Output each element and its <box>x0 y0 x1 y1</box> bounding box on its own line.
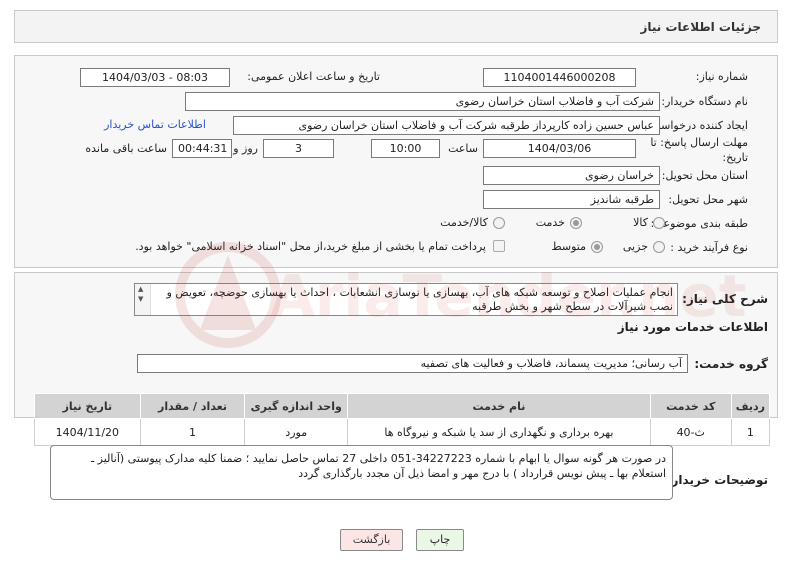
process-option-minor: جزیی <box>622 240 648 253</box>
summary-text: انجام عملیات اصلاح و توسعه شبکه های آب، … <box>166 286 673 313</box>
city-field: طرقبه شاندیز <box>483 190 660 209</box>
back-button[interactable]: بازگشت <box>340 529 403 551</box>
col-unit: واحد اندازه گیری <box>244 393 349 419</box>
process-label: نوع فرآیند خرید : <box>670 241 748 254</box>
need-number-field: 1104001446000208 <box>483 68 636 87</box>
announce-date-label: تاریخ و ساعت اعلان عمومی: <box>247 70 380 83</box>
scroll-down-icon: ▼ <box>138 295 144 303</box>
category-radio-goods[interactable] <box>653 217 665 229</box>
textarea-scrollbar[interactable]: ▲ ▼ <box>135 284 151 315</box>
summary-textarea[interactable]: انجام عملیات اصلاح و توسعه شبکه های آب، … <box>134 283 678 316</box>
buyer-org-label: نام دستگاه خریدار: <box>661 95 748 108</box>
summary-label: شرح کلی نیاز: <box>682 292 768 306</box>
col-quantity: تعداد / مقدار <box>139 393 246 419</box>
cell-service-name: بهره برداری و نگهداری از سد یا شبکه و نی… <box>347 418 651 446</box>
category-radio-service[interactable] <box>570 217 582 229</box>
service-group-label: گروه خدمت: <box>694 357 768 371</box>
col-service-name: نام خدمت <box>347 393 651 419</box>
buyer-notes-label: توضیحات خریدار: <box>666 473 768 487</box>
need-number-label: شماره نیاز: <box>695 70 748 83</box>
scroll-up-icon: ▲ <box>138 285 144 293</box>
cell-service-code: ث-40 <box>649 418 732 446</box>
services-table: ردیف کد خدمت نام خدمت واحد اندازه گیری ت… <box>34 393 771 446</box>
category-option-goods: کالا <box>633 216 648 229</box>
city-label: شهر محل تحویل: <box>668 193 748 206</box>
announce-date-field: 1404/03/03 - 08:03 <box>80 68 230 87</box>
category-radio-goods-service[interactable] <box>493 217 505 229</box>
table-row: 1 ث-40 بهره برداری و نگهداری از سد یا شب… <box>34 418 771 446</box>
deadline-time-field: 10:00 <box>371 139 440 158</box>
deadline-label: مهلت ارسال پاسخ: تا تاریخ: <box>650 136 748 164</box>
service-group-field: آب رسانی؛ مدیریت پسماند، فاضلاب و فعالیت… <box>137 354 688 373</box>
services-section-title: اطلاعات خدمات مورد نیاز <box>617 320 768 334</box>
days-label: روز و <box>233 142 258 155</box>
category-label: طبقه بندی موضوعی: <box>650 217 748 230</box>
days-field: 3 <box>263 139 334 158</box>
buyer-org-field: شرکت آب و فاضلاب استان خراسان رضوی <box>185 92 660 111</box>
category-option-service: خدمت <box>535 216 565 229</box>
deadline-time-label: ساعت <box>448 142 478 155</box>
table-header-row: ردیف کد خدمت نام خدمت واحد اندازه گیری ت… <box>34 393 771 419</box>
col-service-code: کد خدمت <box>649 393 732 419</box>
page-title: جزئیات اطلاعات نیاز <box>640 20 761 34</box>
process-radio-medium[interactable] <box>591 241 603 253</box>
treasury-payment-text: پرداخت تمام یا بخشی از مبلغ خرید،از محل … <box>135 240 486 253</box>
col-row-number: ردیف <box>730 393 771 419</box>
buyer-notes-box: در صورت هر گونه سوال یا ابهام با شماره 3… <box>50 445 673 500</box>
remaining-time-label: ساعت باقی مانده <box>85 142 167 155</box>
province-field: خراسان رضوی <box>483 166 660 185</box>
contact-buyer-link[interactable]: اطلاعات تماس خریدار <box>104 118 206 131</box>
process-option-medium: متوسط <box>551 240 586 253</box>
cell-quantity: 1 <box>139 418 246 446</box>
creator-label: ایجاد کننده درخواست: <box>646 119 748 132</box>
category-option-goods-service: کالا/خدمت <box>440 216 488 229</box>
buyer-notes-text: در صورت هر گونه سوال یا ابهام با شماره 3… <box>90 452 666 480</box>
col-need-date: تاریخ نیاز <box>34 393 141 419</box>
cell-row-number: 1 <box>730 418 771 446</box>
process-radio-minor[interactable] <box>653 241 665 253</box>
province-label: استان محل تحویل: <box>661 169 748 182</box>
creator-field: عباس حسین زاده کارپرداز طرقبه شرکت آب و … <box>233 116 660 135</box>
treasury-payment-checkbox[interactable] <box>493 240 505 252</box>
cell-unit: مورد <box>244 418 349 446</box>
cell-need-date: 1404/11/20 <box>34 418 141 446</box>
deadline-date-field: 1404/03/06 <box>483 139 636 158</box>
header-bar: جزئیات اطلاعات نیاز <box>14 10 778 43</box>
print-button[interactable]: چاپ <box>416 529 464 551</box>
remaining-time-field: 00:44:31 <box>172 139 232 158</box>
